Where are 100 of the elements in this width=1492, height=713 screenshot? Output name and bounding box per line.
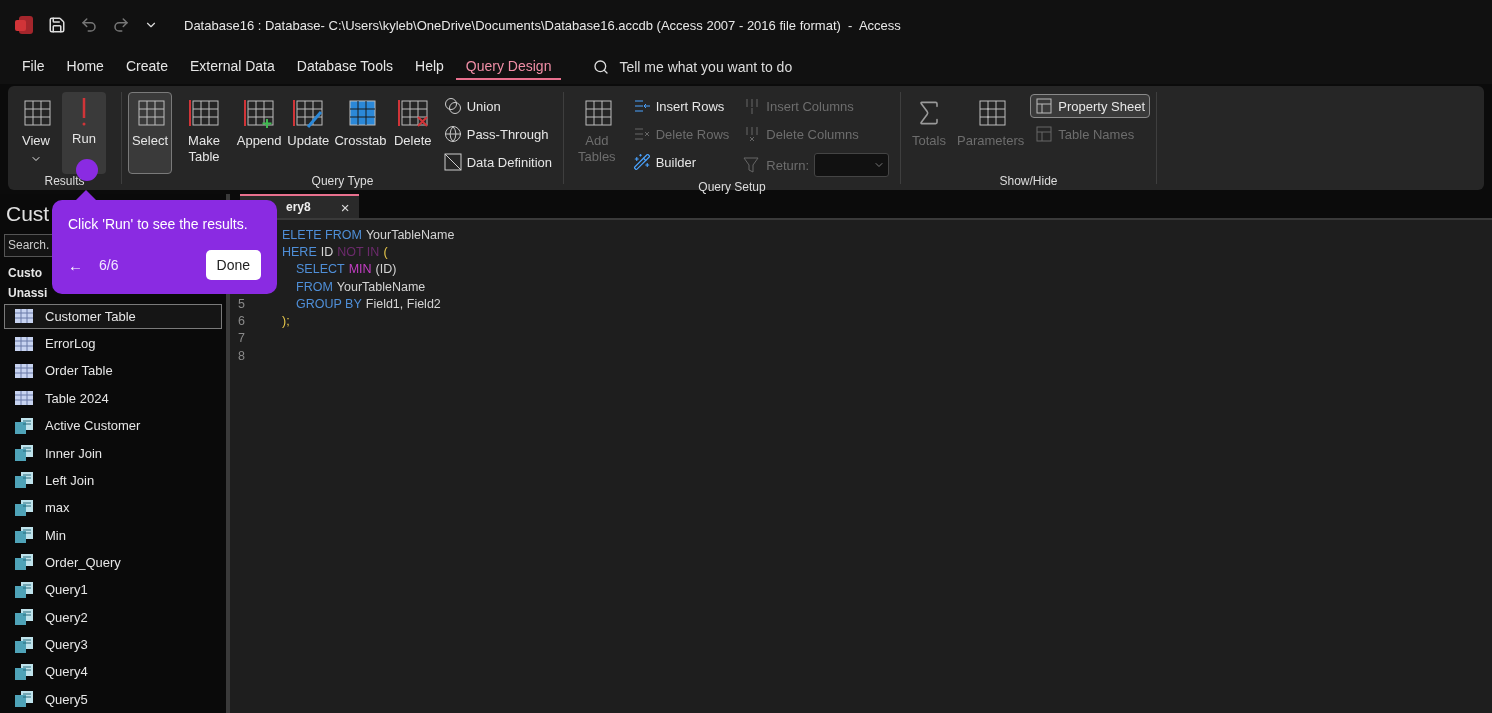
ribbon-button[interactable]: Property Sheet [1030, 94, 1150, 118]
menu-tab[interactable]: Home [56, 54, 114, 80]
code-token: NOT IN [337, 244, 380, 259]
code-token: HERE [282, 244, 317, 259]
object-item[interactable]: Order_Query [4, 549, 222, 576]
group-label: Query Setup [698, 180, 766, 194]
code-token: YourTableName [365, 227, 455, 242]
funnel-icon [743, 156, 762, 174]
query-icon [15, 554, 33, 571]
done-button[interactable]: Done [205, 250, 261, 280]
object-item[interactable]: Min [4, 522, 222, 548]
line-number: 5 [238, 296, 246, 311]
group-label: Query Type [311, 174, 374, 188]
object-item[interactable]: Query2 [4, 604, 222, 630]
property-sheet-icon [1035, 97, 1054, 115]
pane-title: Cust [6, 202, 50, 226]
query-icon [15, 499, 33, 516]
code-token: YourTableName [336, 279, 426, 294]
object-item[interactable]: Query5 [4, 686, 222, 712]
ribbon-button[interactable]: Crosstab [334, 92, 387, 174]
ribbon-button[interactable]: Builder [627, 150, 735, 174]
query-icon [15, 445, 33, 462]
ribbon-button[interactable]: Union [438, 94, 557, 118]
object-item[interactable]: Inner Join [4, 440, 222, 466]
group-header[interactable]: Unassi [8, 285, 48, 300]
menu-tab[interactable]: File [12, 54, 55, 80]
code-token: ); [282, 314, 290, 329]
table-icon [188, 97, 220, 129]
ribbon-button[interactable]: Append [236, 92, 283, 174]
table-icon [15, 309, 33, 324]
group-label: Show/Hide [999, 174, 1058, 188]
query-icon [15, 663, 33, 680]
ribbon-button[interactable]: Data Definition [438, 150, 557, 174]
code-token: ID [320, 244, 334, 259]
rings-icon [443, 97, 462, 115]
window-title: Database16 : Database- C:\Users\kyleb\OneDrive\Documents\Database16.accdb (Access 2007 - 2016 file format) - Access [184, 17, 901, 33]
query-icon [15, 609, 33, 626]
close-button[interactable]: × [338, 198, 352, 216]
ribbon-button[interactable]: Select [128, 92, 172, 174]
insert-rows-icon [632, 97, 651, 115]
code-token: ELETE FROM [282, 227, 362, 242]
code-token: (ID) [375, 262, 397, 277]
wand-icon [632, 153, 651, 171]
table-icon [15, 363, 33, 378]
redo-icon[interactable] [112, 16, 130, 34]
query-icon [15, 527, 33, 544]
code-token: GROUP BY [296, 296, 362, 311]
menu-tab[interactable]: Create [115, 54, 178, 80]
app-logo-icon [14, 15, 34, 35]
menu-tab[interactable]: Query Design [455, 54, 562, 80]
globe-icon [443, 125, 462, 143]
group-label: Results [44, 174, 85, 188]
menu-tab[interactable]: Help [405, 54, 454, 80]
ribbon-button[interactable]: Make Table [176, 92, 232, 174]
query-icon [15, 472, 33, 489]
code-token: ( [383, 244, 388, 259]
object-item[interactable]: Query1 [4, 577, 222, 603]
object-item[interactable]: Customer Table [4, 303, 222, 329]
object-item[interactable]: Left Join [4, 467, 222, 494]
object-item[interactable]: Query3 [4, 631, 222, 658]
code-token: MIN [348, 262, 372, 277]
table-plus-icon [243, 97, 276, 129]
query-icon [15, 581, 33, 598]
tell-me-field[interactable]: Tell me what you want to do [593, 59, 793, 75]
table-icon [15, 391, 33, 406]
query-icon [15, 691, 33, 708]
ribbon-button[interactable]: Insert Rows [627, 94, 735, 118]
ruler-triangle-icon [443, 153, 462, 171]
ribbon-button[interactable]: Update [286, 92, 331, 174]
object-item[interactable]: Active Customer [4, 413, 222, 439]
ribbon-button[interactable]: Delete [390, 92, 435, 174]
ribbon-button[interactable]: View [14, 92, 58, 174]
delete-rows-icon [632, 125, 651, 143]
ribbon-button[interactable]: Pass-Through [438, 122, 557, 146]
query-icon [15, 417, 33, 434]
object-item[interactable]: Query4 [4, 659, 222, 685]
table-x-icon [396, 97, 429, 129]
ribbon-button[interactable]: Run [62, 92, 106, 174]
exclamation-icon [82, 97, 86, 127]
object-item[interactable]: ErrorLog [4, 330, 222, 357]
group-header[interactable]: Custo [8, 265, 42, 280]
menu-tab[interactable]: External Data [179, 54, 285, 80]
step-counter: 6/6 [99, 257, 120, 273]
undo-icon[interactable] [80, 16, 98, 34]
object-item[interactable]: Order Table [4, 358, 222, 384]
table-pencil-icon [292, 97, 325, 129]
table-names-icon [1035, 125, 1054, 143]
code-token: SELECT [296, 262, 345, 277]
back-button[interactable]: ← [68, 256, 83, 274]
code-token: Field1, Field2 [365, 296, 441, 311]
menu-tab[interactable]: Database Tools [286, 54, 404, 80]
table-icon [15, 336, 33, 351]
tooltip-text: Click 'Run' to see the results. [68, 216, 249, 232]
query-icon [15, 636, 33, 653]
save-icon[interactable] [48, 16, 66, 34]
search-icon [593, 59, 610, 75]
code-token: FROM [296, 279, 333, 294]
object-item[interactable]: max [4, 495, 222, 521]
object-item[interactable]: Table 2024 [4, 385, 222, 411]
line-number: 6 [238, 314, 246, 329]
